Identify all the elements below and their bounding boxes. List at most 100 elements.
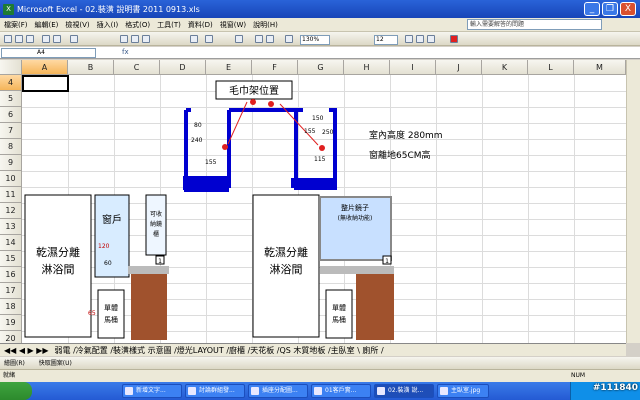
title-bar: X Microsoft Excel - 02.裝潢 說明書 2011 0913.…: [0, 0, 640, 18]
mirror-line1: 整片鏡子: [341, 203, 369, 212]
taskbar: 新增文字... 討論群組發... 插座分配圖... 01客戶實... 02.裝潢…: [0, 382, 640, 400]
restore-button[interactable]: ❐: [602, 2, 618, 16]
toilet-left-line1: 單體: [104, 303, 118, 312]
spelling-icon[interactable]: [70, 35, 78, 43]
cabinet-line1: 可收: [150, 210, 162, 218]
shower-left-line1: 乾濕分離: [36, 245, 80, 259]
bathroom-plan-drawing: 毛巾架位置 80 240 155 150 250 155 115 室內高度 28…: [24, 80, 443, 340]
menu-data[interactable]: 資料(D): [188, 20, 213, 30]
toilet-right-line1: 單體: [332, 303, 346, 312]
dim-150: 150: [312, 115, 324, 122]
paste-icon[interactable]: [142, 35, 150, 43]
drawing-toolbar: 繪圖(R) 快取圖案(U): [0, 357, 640, 370]
watermark: #111840: [592, 383, 638, 393]
sheet-tab-bar[interactable]: ◀◀ ◀ ▶ ▶▶ 弱電 /冷氣配置 /裝潢樣式 示意圖 /燈光LAYOUT /…: [0, 343, 626, 356]
worksheet-grid[interactable]: A B C D E F G H I J K L M 4 5 6 7 8 9 10…: [0, 60, 626, 343]
save-icon[interactable]: [26, 35, 34, 43]
font-color-icon[interactable]: [450, 35, 458, 43]
towel-point-right: [319, 145, 325, 151]
status-ready: 就緒: [3, 372, 16, 379]
status-bar: 就緒 NUM: [0, 370, 640, 382]
vanity-right: [356, 274, 394, 340]
menu-edit[interactable]: 編輯(E): [35, 20, 59, 30]
task-item-4[interactable]: 01客戶實...: [311, 384, 371, 398]
dim-115: 115: [314, 156, 326, 163]
menu-insert[interactable]: 插入(I): [97, 20, 119, 30]
task-item-1[interactable]: 新增文字...: [122, 384, 182, 398]
menu-window[interactable]: 視窗(W): [220, 20, 246, 30]
toilet-left: [97, 289, 125, 339]
task-item-2[interactable]: 討論群組發...: [185, 384, 245, 398]
close-button[interactable]: X: [620, 2, 636, 16]
plan-wall-block-right: [291, 178, 336, 188]
dim-60: 60: [104, 260, 112, 267]
name-box[interactable]: A4: [1, 48, 96, 58]
sheet-tabs[interactable]: 弱電 /冷氣配置 /裝潢樣式 示意圖 /燈光LAYOUT /廚櫃 /天花板 /Q…: [55, 345, 384, 356]
dim-250: 250: [322, 129, 334, 136]
vanity-left: [131, 274, 167, 340]
preview-icon[interactable]: [53, 35, 61, 43]
italic-icon[interactable]: [416, 35, 424, 43]
start-button[interactable]: [0, 382, 32, 400]
open-icon[interactable]: [15, 35, 23, 43]
towel-point-top-left: [250, 99, 256, 105]
toilet-left-line2: 馬桶: [104, 315, 118, 324]
menu-view[interactable]: 檢視(V): [65, 20, 89, 30]
task-item-5[interactable]: 02.裝潢 說...: [374, 384, 434, 398]
print-icon[interactable]: [42, 35, 50, 43]
menu-help[interactable]: 說明(H): [253, 20, 278, 30]
zoom-select[interactable]: 130%: [300, 35, 330, 45]
menu-tools[interactable]: 工具(T): [157, 20, 181, 30]
help-search-input[interactable]: 輸入需要解答的問題: [467, 19, 602, 30]
autosum-icon[interactable]: [235, 35, 243, 43]
cut-icon[interactable]: [120, 35, 128, 43]
cabinet-line3: 櫃: [153, 230, 159, 238]
menu-file[interactable]: 檔案(F): [4, 20, 28, 30]
window-label: 窗戶: [102, 213, 122, 226]
dim-80: 80: [194, 122, 202, 129]
socket-right-label: 1: [385, 258, 389, 265]
task-item-6[interactable]: 主臥室.jpg: [437, 384, 489, 398]
sort-desc-icon[interactable]: [266, 35, 274, 43]
chart-icon[interactable]: [285, 35, 293, 43]
window-title: Microsoft Excel - 02.裝潢 說明書 2011 0913.xl…: [17, 4, 200, 14]
plan-wall-block-left: [183, 176, 228, 190]
towel-point-left: [222, 144, 228, 150]
socket-left-label: 1: [158, 258, 162, 265]
dim-120: 120: [98, 243, 110, 250]
shower-right-line2: 淋浴間: [270, 263, 303, 276]
copy-icon[interactable]: [131, 35, 139, 43]
formula-bar: [0, 47, 640, 59]
status-num: NUM: [571, 372, 586, 379]
counter-top-right: [320, 266, 394, 274]
draw-menu[interactable]: 繪圖(R): [4, 360, 25, 367]
shower-left-line2: 淋浴間: [42, 263, 75, 276]
towel-label: 毛巾架位置: [229, 84, 279, 97]
task-item-3[interactable]: 插座分配圖...: [248, 384, 308, 398]
vertical-scrollbar[interactable]: [626, 60, 640, 343]
bold-icon[interactable]: [405, 35, 413, 43]
underline-icon[interactable]: [427, 35, 435, 43]
dim-65: 65: [88, 310, 96, 317]
dim-240: 240: [191, 137, 203, 144]
toilet-right-line2: 馬桶: [332, 315, 346, 324]
tab-nav-arrows[interactable]: ◀◀ ◀ ▶ ▶▶: [4, 346, 49, 355]
dim-155: 155: [205, 159, 217, 166]
height-note-2: 窗離地65CM高: [369, 149, 431, 161]
cabinet-line2: 納鏡: [150, 220, 162, 228]
excel-icon: X: [3, 3, 14, 15]
new-icon[interactable]: [4, 35, 12, 43]
fx-label: fx: [122, 48, 129, 56]
sort-asc-icon[interactable]: [255, 35, 263, 43]
redo-icon[interactable]: [205, 35, 213, 43]
window-pane: [94, 194, 130, 278]
towel-point-top-right: [268, 101, 274, 107]
toilet-right: [325, 289, 353, 339]
menu-format[interactable]: 格式(O): [125, 20, 150, 30]
undo-icon[interactable]: [190, 35, 198, 43]
shower-right-line1: 乾濕分離: [264, 245, 308, 259]
autoshapes-menu[interactable]: 快取圖案(U): [39, 360, 72, 367]
height-note-1: 室內高度 280mm: [369, 129, 443, 141]
minimize-button[interactable]: _: [584, 2, 600, 16]
font-size-select[interactable]: 12: [374, 35, 398, 45]
